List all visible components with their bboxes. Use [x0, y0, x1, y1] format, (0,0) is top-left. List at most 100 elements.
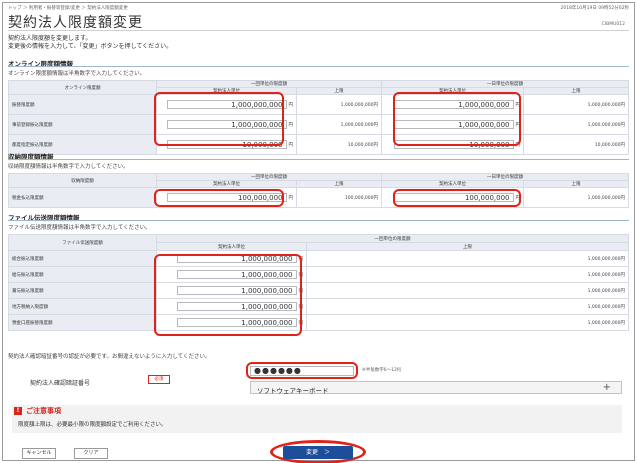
file-row-header: ファイル伝送限度額	[8, 234, 157, 251]
row-label: 賞与振込限度額	[8, 282, 157, 299]
row-label: 税金払込限度額	[8, 187, 157, 208]
yen-unit: 円	[298, 288, 304, 294]
online-row-header: オンライン限度額	[8, 80, 157, 95]
software-keyboard-toggle[interactable]: ソフトウェアキーボード +	[250, 381, 622, 395]
receipt-limit-table: 収納限度額 一回単位の限度額 一日単位の限度額 契約法人単位 上限 契約法人単位…	[8, 173, 629, 208]
warning-icon: !	[14, 407, 22, 415]
salary-transfer-limit-input[interactable]: 1,000,000,000	[176, 270, 297, 279]
yen-unit: 円	[515, 195, 521, 201]
table-row: 賞与振込限度額 1,000,000,000 円 1,000,000,000円	[8, 282, 629, 299]
file-section-divider	[8, 220, 629, 221]
receipt-section-divider	[8, 159, 629, 160]
transfer-limit-per-transaction-input[interactable]: 1,000,000,000	[166, 100, 287, 109]
online-group-per-day: 一日単位の限度額	[381, 80, 629, 88]
limit-value: 10,000,000円	[523, 134, 629, 155]
limit-value: 1,000,000,000円	[306, 298, 629, 315]
file-limit-table: ファイル伝送限度額 一回単位の限度額 契約法人単位 上限 総合振込限度額 1,0…	[8, 234, 629, 331]
yen-unit: 円	[288, 102, 294, 108]
yen-unit: 円	[288, 195, 294, 201]
yen-unit: 円	[515, 102, 521, 108]
online-limit-table: オンライン限度額 一回単位の限度額 一日単位の限度額 契約法人単位 上限 契約法…	[8, 80, 629, 155]
limit-value: 10,000,000円	[296, 134, 382, 155]
preregistered-limit-per-day-input[interactable]: 1,000,000,000	[393, 120, 514, 129]
table-row: 総合振込限度額 1,000,000,000 円 1,000,000,000円	[8, 250, 629, 267]
caution-title: ご注意事項	[26, 407, 61, 415]
caution-box: ! ご注意事項 限度額上限は、必要最小限の限度額設定でご利用ください。	[12, 405, 622, 433]
yen-unit: 円	[515, 142, 521, 148]
limit-value: 1,000,000,000円	[306, 314, 629, 331]
file-sub-contract: 契約法人単位	[156, 242, 307, 251]
software-keyboard-label: ソフトウェアキーボード	[257, 387, 329, 395]
intro-text: 契約法人限度額を変更します。 変更後の情報を入力して、「変更」ボタンを押してくだ…	[8, 35, 172, 51]
online-note: オンライン限度額情報は半角数字で入力してください。	[8, 71, 146, 77]
table-row: 事前登録振込限度額 1,000,000,000 円 1,000,000,000円 …	[8, 114, 629, 135]
submit-change-button[interactable]: 変更 ＞	[283, 446, 353, 459]
table-row: 預金口座振替限度額 1,000,000,000 円 1,000,000,000円	[8, 314, 629, 331]
yen-unit: 円	[298, 256, 304, 262]
timestamp: 2018年10月19日 09時52分02秒	[560, 6, 629, 11]
yen-unit: 円	[288, 142, 294, 148]
yen-unit: 円	[298, 272, 304, 278]
intro-line-1: 契約法人限度額を変更します。	[8, 35, 92, 42]
auth-code-hint: ※半角数字6～12桁	[362, 368, 402, 373]
keyboard-expand-icon[interactable]: +	[603, 382, 611, 393]
online-group-per-transaction: 一回単位の限度額	[156, 80, 382, 88]
adhoc-limit-per-transaction-input[interactable]: 10,000,000	[166, 140, 287, 149]
bonus-transfer-limit-input[interactable]: 1,000,000,000	[176, 286, 297, 295]
adhoc-limit-per-day-input[interactable]: 10,000,000	[393, 140, 514, 149]
table-row: 地方税納入限度額 1,000,000,000 円 1,000,000,000円	[8, 298, 629, 315]
receipt-row-header: 収納限度額	[8, 173, 157, 188]
row-label: 総合振込限度額	[8, 250, 157, 267]
table-row: 給与振込限度額 1,000,000,000 円 1,000,000,000円	[8, 266, 629, 283]
row-label: 預金口座振替限度額	[8, 314, 157, 331]
limit-value: 1,000,000,000円	[296, 114, 382, 135]
page-title: 契約法人限度額変更	[8, 15, 143, 31]
online-sub-contract-1: 契約法人単位	[156, 87, 297, 95]
online-sub-limit-1: 上限	[296, 87, 382, 95]
cancel-button[interactable]: キャンセル	[22, 448, 56, 459]
row-label: 地方税納入限度額	[8, 298, 157, 315]
preregistered-limit-per-transaction-input[interactable]: 1,000,000,000	[166, 120, 287, 129]
yen-unit: 円	[298, 304, 304, 310]
general-transfer-limit-input[interactable]: 1,000,000,000	[176, 254, 297, 263]
online-sub-limit-2: 上限	[523, 87, 629, 95]
required-badge: 必須	[148, 375, 170, 384]
file-group-per-transaction: 一回単位の限度額	[156, 234, 629, 243]
tax-payment-limit-per-transaction-input[interactable]: 100,000,000	[166, 193, 287, 202]
yen-unit: 円	[288, 122, 294, 128]
table-row: 都度指定振込限度額 10,000,000 円 10,000,000円 10,000…	[8, 134, 629, 155]
intro-line-2: 変更後の情報を入力して、「変更」ボタンを押してください。	[8, 43, 173, 50]
transfer-limit-per-day-input[interactable]: 1,000,000,000	[393, 100, 514, 109]
caution-text: 限度額上限は、必要最小限の限度額設定でご利用ください。	[18, 422, 167, 428]
receipt-sub-contract-2: 契約法人単位	[381, 180, 524, 188]
limit-value: 1,000,000,000円	[523, 187, 629, 208]
auth-code-input[interactable]: ●●●●●●	[250, 366, 354, 376]
file-note: ファイル伝送限度額情報は半角数字で入力してください。	[8, 225, 151, 231]
screen-id: CIBMU012	[601, 22, 625, 27]
limit-value: 1,000,000,000円	[306, 266, 629, 283]
row-label: 事前登録振込限度額	[8, 114, 157, 135]
tax-payment-limit-per-day-input[interactable]: 100,000,000	[393, 193, 514, 202]
receipt-sub-limit-1: 上限	[296, 180, 382, 188]
file-sub-limit: 上限	[306, 242, 629, 251]
yen-unit: 円	[515, 122, 521, 128]
limit-value: 1,000,000,000円	[306, 250, 629, 267]
clear-button[interactable]: クリア	[74, 448, 108, 459]
limit-value: 100,000,000円	[296, 187, 382, 208]
breadcrumb[interactable]: トップ ＞ 利用者・振替等登録/変更 ＞ 契約法人限度額変更	[8, 6, 128, 11]
local-tax-limit-input[interactable]: 1,000,000,000	[176, 302, 297, 311]
online-sub-contract-2: 契約法人単位	[381, 87, 524, 95]
limit-value: 1,000,000,000円	[523, 94, 629, 115]
account-debit-limit-input[interactable]: 1,000,000,000	[176, 318, 297, 327]
receipt-sub-contract-1: 契約法人単位	[156, 180, 297, 188]
table-row: 税金払込限度額 100,000,000 円 100,000,000円 100,00…	[8, 187, 629, 208]
receipt-sub-limit-2: 上限	[523, 180, 629, 188]
table-row: 振替限度額 1,000,000,000 円 1,000,000,000円 1,00…	[8, 94, 629, 115]
auth-code-label: 契約法人確認暗証番号	[30, 380, 91, 387]
auth-note: 契約法人確認暗証番号の認証が必要です。お間違えないように入力してください。	[8, 354, 211, 360]
limit-value: 1,000,000,000円	[296, 94, 382, 115]
limit-value: 1,000,000,000円	[306, 282, 629, 299]
receipt-note: 収納限度額情報は半角数字で入力してください。	[8, 164, 129, 170]
yen-unit: 円	[298, 320, 304, 326]
limit-value: 1,000,000,000円	[523, 114, 629, 135]
